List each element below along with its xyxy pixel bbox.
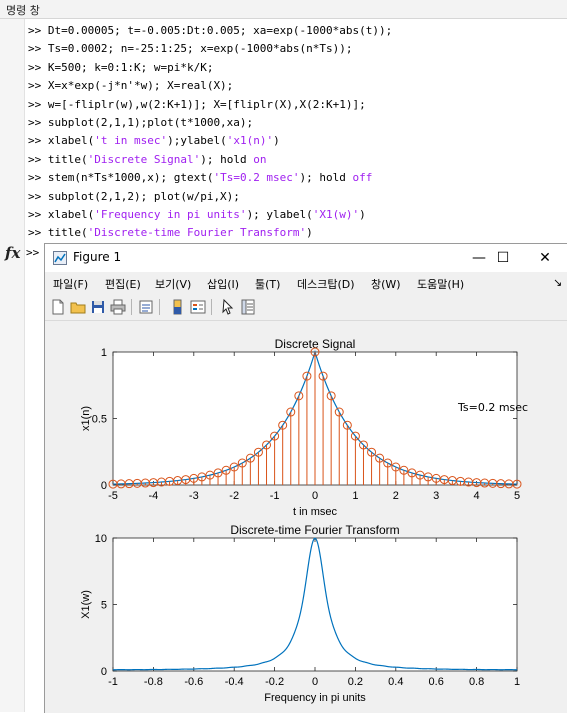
code-string: 'Discrete Signal' (87, 152, 201, 166)
command-line: >> subplot(2,1,1);plot(t*1000,xa); (28, 114, 253, 132)
command-line: >> X=x*exp(-j*n'*w); X=real(X); (28, 77, 233, 95)
menu-desktop[interactable]: 데스크탑(D) (297, 276, 355, 292)
menu-window[interactable]: 창(W) (371, 276, 401, 292)
code-text: xlabel( (47, 134, 95, 148)
code-text: title( (47, 226, 88, 240)
prompt-marker: >> (28, 116, 48, 129)
prompt-marker: >> (28, 97, 48, 111)
command-line: >> stem(n*Ts*1000,x); gtext('Ts=0.2 msec… (28, 169, 372, 187)
code-text: K=500; k=0:1:K; w=pi*k/K; (47, 60, 214, 74)
figure-canvas[interactable] (45, 321, 567, 713)
prompt-marker: >> (28, 79, 48, 93)
code-text: subplot(2,1,2); plot(w/pi,X); (47, 189, 240, 203)
prompt-marker: >> (28, 24, 48, 37)
prompt-marker: >> (28, 189, 48, 203)
command-prompt[interactable]: >> (26, 246, 39, 259)
code-string: off (352, 171, 373, 185)
prompt-marker: >> (28, 171, 48, 185)
code-text: subplot(2,1,1);plot(t*1000,xa); (47, 116, 254, 129)
figure-window: Figure 1 — ☐ ✕ 파일(F) 편집(E) 보기(V) 삽입(I) 툴… (44, 243, 567, 713)
code-text: w=[-fliplr(w),w(2:K+1)]; X=[fliplr(X),X(… (47, 97, 366, 111)
menu-file[interactable]: 파일(F) (53, 276, 88, 292)
toolbar-separator (131, 299, 132, 315)
open-folder-icon[interactable] (69, 298, 87, 316)
figure-menubar: 파일(F) 편집(E) 보기(V) 삽입(I) 툴(T) 데스크탑(D) 창(W… (45, 272, 567, 294)
gtext-annotation: Ts=0.2 msec (458, 401, 529, 414)
close-icon[interactable]: ✕ (531, 248, 559, 268)
code-text: ) (306, 226, 313, 240)
new-file-icon[interactable] (49, 298, 67, 316)
figure-toolbar (45, 294, 567, 321)
menu-tools[interactable]: 툴(T) (255, 276, 280, 292)
menu-insert[interactable]: 삽입(I) (207, 276, 239, 292)
print-preview-icon[interactable] (137, 298, 155, 316)
prompt-marker: >> (28, 134, 48, 148)
code-string: 'x1(n)' (226, 134, 274, 148)
code-string: 'Ts=0.2 msec' (213, 171, 300, 185)
toolbar-separator (159, 299, 160, 315)
figure-title: Figure 1 (73, 250, 122, 264)
maximize-icon[interactable]: ☐ (489, 248, 517, 268)
menu-help[interactable]: 도움말(H) (417, 276, 464, 292)
code-text: ) (359, 208, 366, 221)
prompt-marker: >> (28, 152, 48, 166)
code-text: stem(n*Ts*1000,x); gtext( (47, 171, 214, 185)
code-text: Dt=0.00005; t=-0.005:Dt:0.005; xa=exp(-1… (47, 24, 393, 37)
code-text: Ts=0.0002; n=-25:1:25; x=exp(-1000*abs(n… (47, 42, 353, 56)
prompt-marker: >> (28, 42, 48, 56)
matlab-figure-icon (53, 251, 67, 265)
command-line: >> w=[-fliplr(w),w(2:K+1)]; X=[fliplr(X)… (28, 96, 366, 114)
print-icon[interactable] (109, 298, 127, 316)
code-string: 't in msec' (94, 134, 168, 148)
command-line: >> title('Discrete-time Fourier Transfor… (28, 224, 313, 242)
pointer-icon[interactable] (219, 298, 237, 316)
property-inspector-icon[interactable] (239, 298, 257, 316)
insert-legend-icon[interactable] (189, 298, 207, 316)
code-text: ) (273, 134, 280, 148)
code-string: 'Frequency in pi units' (94, 208, 247, 221)
command-line: >> Ts=0.0002; n=-25:1:25; x=exp(-1000*ab… (28, 40, 353, 58)
command-line: >> K=500; k=0:1:K; w=pi*k/K; (28, 59, 213, 77)
function-browser-icon[interactable]: fx (5, 244, 20, 262)
command-line: >> xlabel('Frequency in pi units'); ylab… (28, 206, 366, 224)
code-text: ); hold (200, 152, 254, 166)
command-window-header: 명령 창 (0, 0, 567, 19)
code-text: );ylabel( (167, 134, 227, 148)
menubar-overflow-icon[interactable]: ↘ (553, 276, 562, 289)
command-line: >> xlabel('t in msec');ylabel('x1(n)') (28, 132, 280, 150)
menu-edit[interactable]: 편집(E) (105, 276, 141, 292)
figure-title-bar[interactable]: Figure 1 — ☐ ✕ (45, 244, 567, 272)
prompt-marker: >> (28, 226, 48, 240)
code-string: 'Discrete-time Fourier Transform' (87, 226, 307, 240)
command-line: >> subplot(2,1,2); plot(w/pi,X); (28, 188, 240, 206)
code-text: X=x*exp(-j*n'*w); X=real(X); (47, 79, 234, 93)
prompt-marker: >> (28, 60, 48, 74)
code-string: on (253, 152, 267, 166)
command-line: >> Dt=0.00005; t=-0.005:Dt:0.005; xa=exp… (28, 22, 392, 40)
toolbar-separator (211, 299, 212, 315)
command-window-title: 명령 창 (6, 4, 40, 17)
command-window-gutter (0, 19, 25, 712)
code-text: ); hold (299, 171, 353, 185)
insert-colorbar-icon[interactable] (169, 298, 187, 316)
command-line: >> title('Discrete Signal'); hold on (28, 151, 266, 169)
code-text: title( (47, 152, 88, 166)
prompt-marker: >> (28, 208, 48, 221)
code-string: 'X1(w)' (312, 208, 360, 221)
code-text: ); ylabel( (246, 208, 313, 221)
code-text: xlabel( (47, 208, 95, 221)
menu-view[interactable]: 보기(V) (155, 276, 191, 292)
save-icon[interactable] (89, 298, 107, 316)
